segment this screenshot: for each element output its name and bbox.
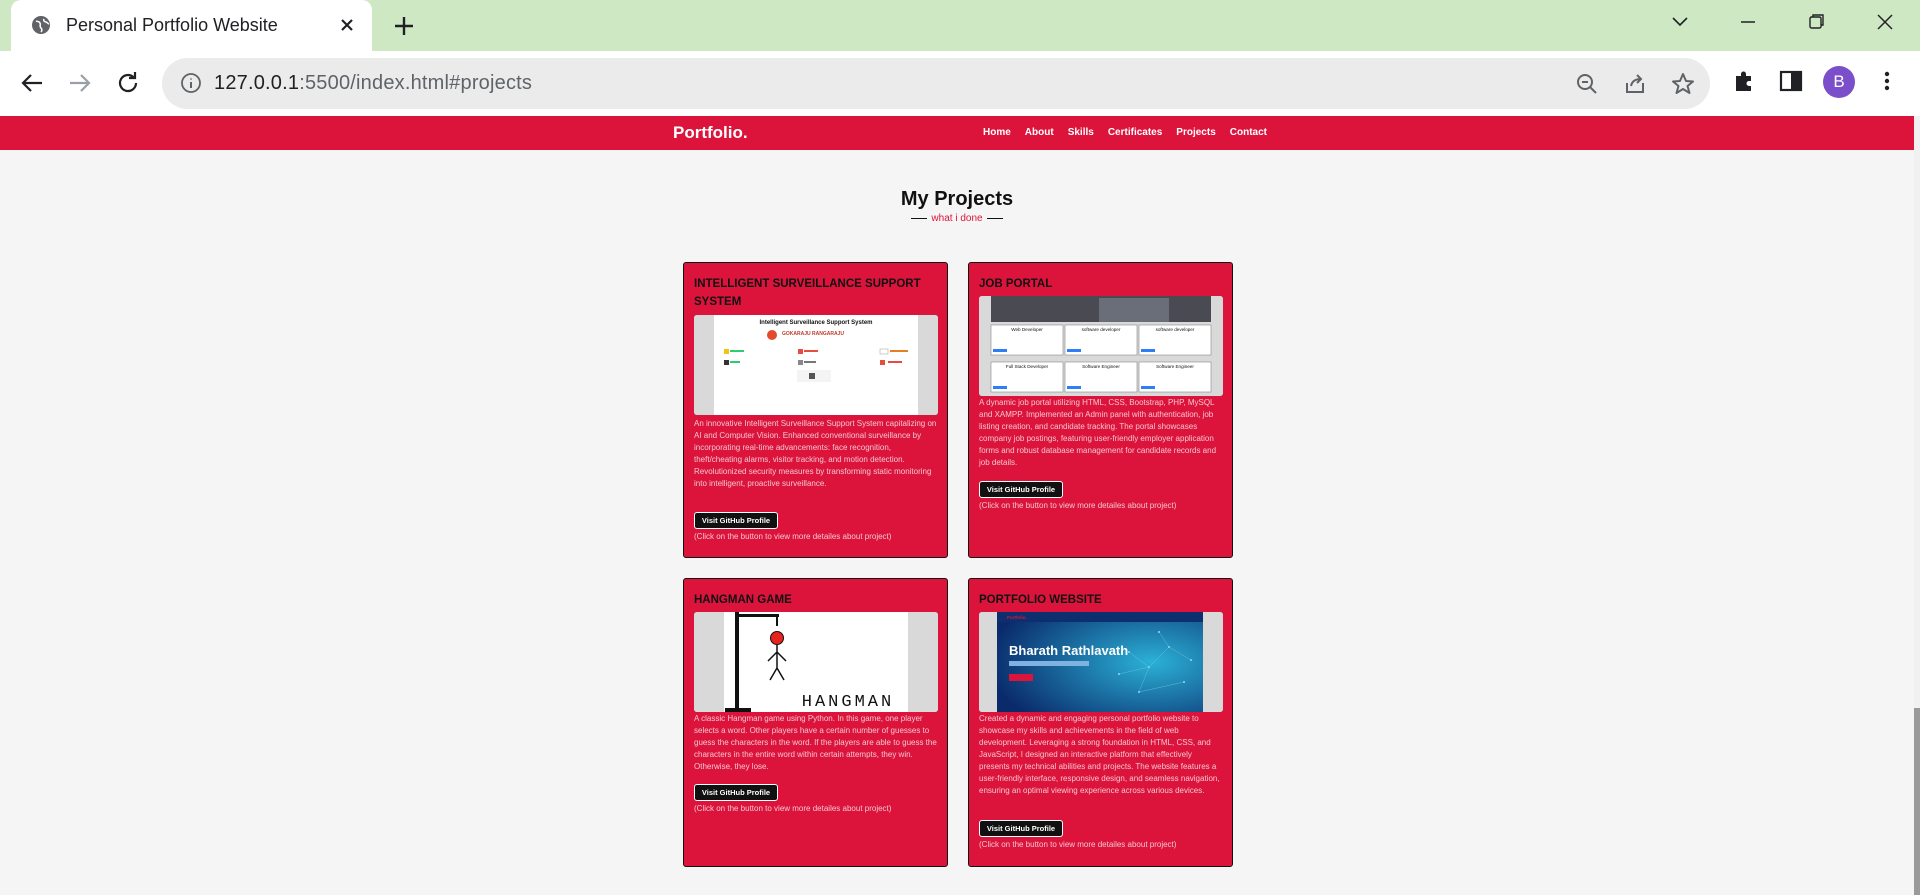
project-screenshot: Intelligent Surveillance Support System … xyxy=(694,315,938,415)
project-screenshot: Portfolio. Bharath Rathlavath xyxy=(979,612,1223,712)
section-title: My Projects xyxy=(900,188,1014,210)
restore-icon[interactable] xyxy=(1801,10,1831,34)
project-description: A dynamic job portal utilizing HTML, CSS… xyxy=(979,398,1217,467)
minimize-icon[interactable] xyxy=(1733,10,1763,34)
visit-github-button[interactable]: Visit GitHub Profile xyxy=(979,820,1063,837)
zoom-out-icon[interactable] xyxy=(1574,71,1600,97)
site-logo[interactable]: Portfolio. xyxy=(673,123,748,143)
divider-line-right xyxy=(986,217,1003,219)
profile-avatar[interactable]: B xyxy=(1823,66,1855,98)
job-title-6: Software Engineer xyxy=(1156,364,1194,369)
screenshot-college: GOKARAJU RANGARAJU xyxy=(782,331,844,337)
visit-github-button[interactable]: Visit GitHub Profile xyxy=(694,512,778,529)
side-panel-icon[interactable] xyxy=(1777,67,1805,95)
project-title: JOB PORTAL xyxy=(979,278,1053,290)
nav-link-contact[interactable]: Contact xyxy=(1230,127,1267,138)
more-menu-icon[interactable] xyxy=(1873,67,1901,95)
job-title-4: Full Stack Developer xyxy=(1006,364,1049,369)
hangman-screenshot-image: HANGMAN xyxy=(694,612,938,712)
tab-title: Personal Portfolio Website xyxy=(66,15,278,35)
site-info-icon[interactable] xyxy=(180,72,202,94)
job-title-5: Software Engineer xyxy=(1082,364,1120,369)
scrollbar-thumb[interactable] xyxy=(1914,708,1920,895)
nav-link-about[interactable]: About xyxy=(1025,127,1054,138)
share-icon[interactable] xyxy=(1622,71,1648,97)
project-title: PORTFOLIO WEBSITE xyxy=(979,594,1102,606)
nav-link-certificates[interactable]: Certificates xyxy=(1108,127,1162,138)
visit-github-button[interactable]: Visit GitHub Profile xyxy=(694,784,778,801)
page-viewport: Portfolio. Home About Skills Certificate… xyxy=(0,116,1920,895)
bookmark-star-icon[interactable] xyxy=(1670,71,1696,97)
globe-icon xyxy=(32,16,50,34)
url-text[interactable]: 127.0.0.1:5500/index.html#projects xyxy=(214,72,532,95)
extensions-puzzle-icon[interactable] xyxy=(1730,67,1758,95)
job-portal-screenshot-image: Web Developer software developer softwar… xyxy=(979,296,1223,396)
nav-link-projects[interactable]: Projects xyxy=(1176,127,1215,138)
project-card-job-portal: JOB PORTAL Web Developer software develo… xyxy=(968,262,1233,558)
project-description: Created a dynamic and engaging personal … xyxy=(979,714,1220,795)
back-arrow-icon[interactable] xyxy=(16,67,48,99)
tab-strip: Personal Portfolio Website xyxy=(0,0,1920,51)
screenshot-name: Bharath Rathlavath xyxy=(1009,643,1128,658)
hangman-title-text: HANGMAN xyxy=(802,693,894,712)
project-hint: (Click on the button to view more detail… xyxy=(694,532,892,541)
project-screenshot: HANGMAN xyxy=(694,612,938,712)
screenshot-logo: Portfolio. xyxy=(1007,615,1027,620)
portfolio-screenshot-image: Portfolio. Bharath Rathlavath xyxy=(979,612,1223,712)
browser-tab[interactable]: Personal Portfolio Website xyxy=(11,0,372,51)
divider-line-left xyxy=(911,217,928,219)
job-title-3: software developer xyxy=(1156,327,1195,332)
page-scrollbar[interactable] xyxy=(1914,116,1920,895)
section-subtitle: what i done xyxy=(0,213,1914,224)
job-title-1: Web Developer xyxy=(1011,327,1043,332)
address-bar[interactable]: 127.0.0.1:5500/index.html#projects xyxy=(162,58,1710,109)
project-card-hangman: HANGMAN GAME HANGMAN A classic Hangman g… xyxy=(683,578,948,867)
job-title-2: software developer xyxy=(1082,327,1121,332)
project-description: An innovative Intelligent Surveillance S… xyxy=(694,419,937,488)
new-tab-icon[interactable] xyxy=(391,13,417,39)
browser-toolbar: 127.0.0.1:5500/index.html#projects B xyxy=(0,51,1920,116)
screenshot-heading: Intelligent Surveillance Support System xyxy=(759,320,872,326)
tab-search-chevron-icon[interactable] xyxy=(1665,10,1695,34)
close-window-icon[interactable] xyxy=(1870,10,1900,34)
project-card-surveillance: INTELLIGENT SURVEILLANCE SUPPORT SYSTEM … xyxy=(683,262,948,558)
project-hint: (Click on the button to view more detail… xyxy=(979,501,1177,510)
surveillance-screenshot-image: Intelligent Surveillance Support System … xyxy=(694,315,938,415)
forward-arrow-icon[interactable] xyxy=(64,67,96,99)
nav-link-home[interactable]: Home xyxy=(983,127,1011,138)
project-hint: (Click on the button to view more detail… xyxy=(694,804,892,813)
reload-icon[interactable] xyxy=(112,67,144,99)
project-title: HANGMAN GAME xyxy=(694,594,792,606)
nav-link-skills[interactable]: Skills xyxy=(1068,127,1094,138)
site-menu: Home About Skills Certificates Projects … xyxy=(983,127,1281,138)
project-card-portfolio: PORTFOLIO WEBSITE Portfolio. Bharath Rat… xyxy=(968,578,1233,867)
visit-github-button[interactable]: Visit GitHub Profile xyxy=(979,481,1063,498)
project-hint: (Click on the button to view more detail… xyxy=(979,840,1177,849)
project-title: INTELLIGENT SURVEILLANCE SUPPORT SYSTEM xyxy=(694,278,921,308)
site-navbar: Portfolio. Home About Skills Certificate… xyxy=(0,116,1914,150)
project-description: A classic Hangman game using Python. In … xyxy=(694,714,937,771)
project-screenshot: Web Developer software developer softwar… xyxy=(979,296,1223,396)
close-tab-icon[interactable] xyxy=(336,14,358,36)
